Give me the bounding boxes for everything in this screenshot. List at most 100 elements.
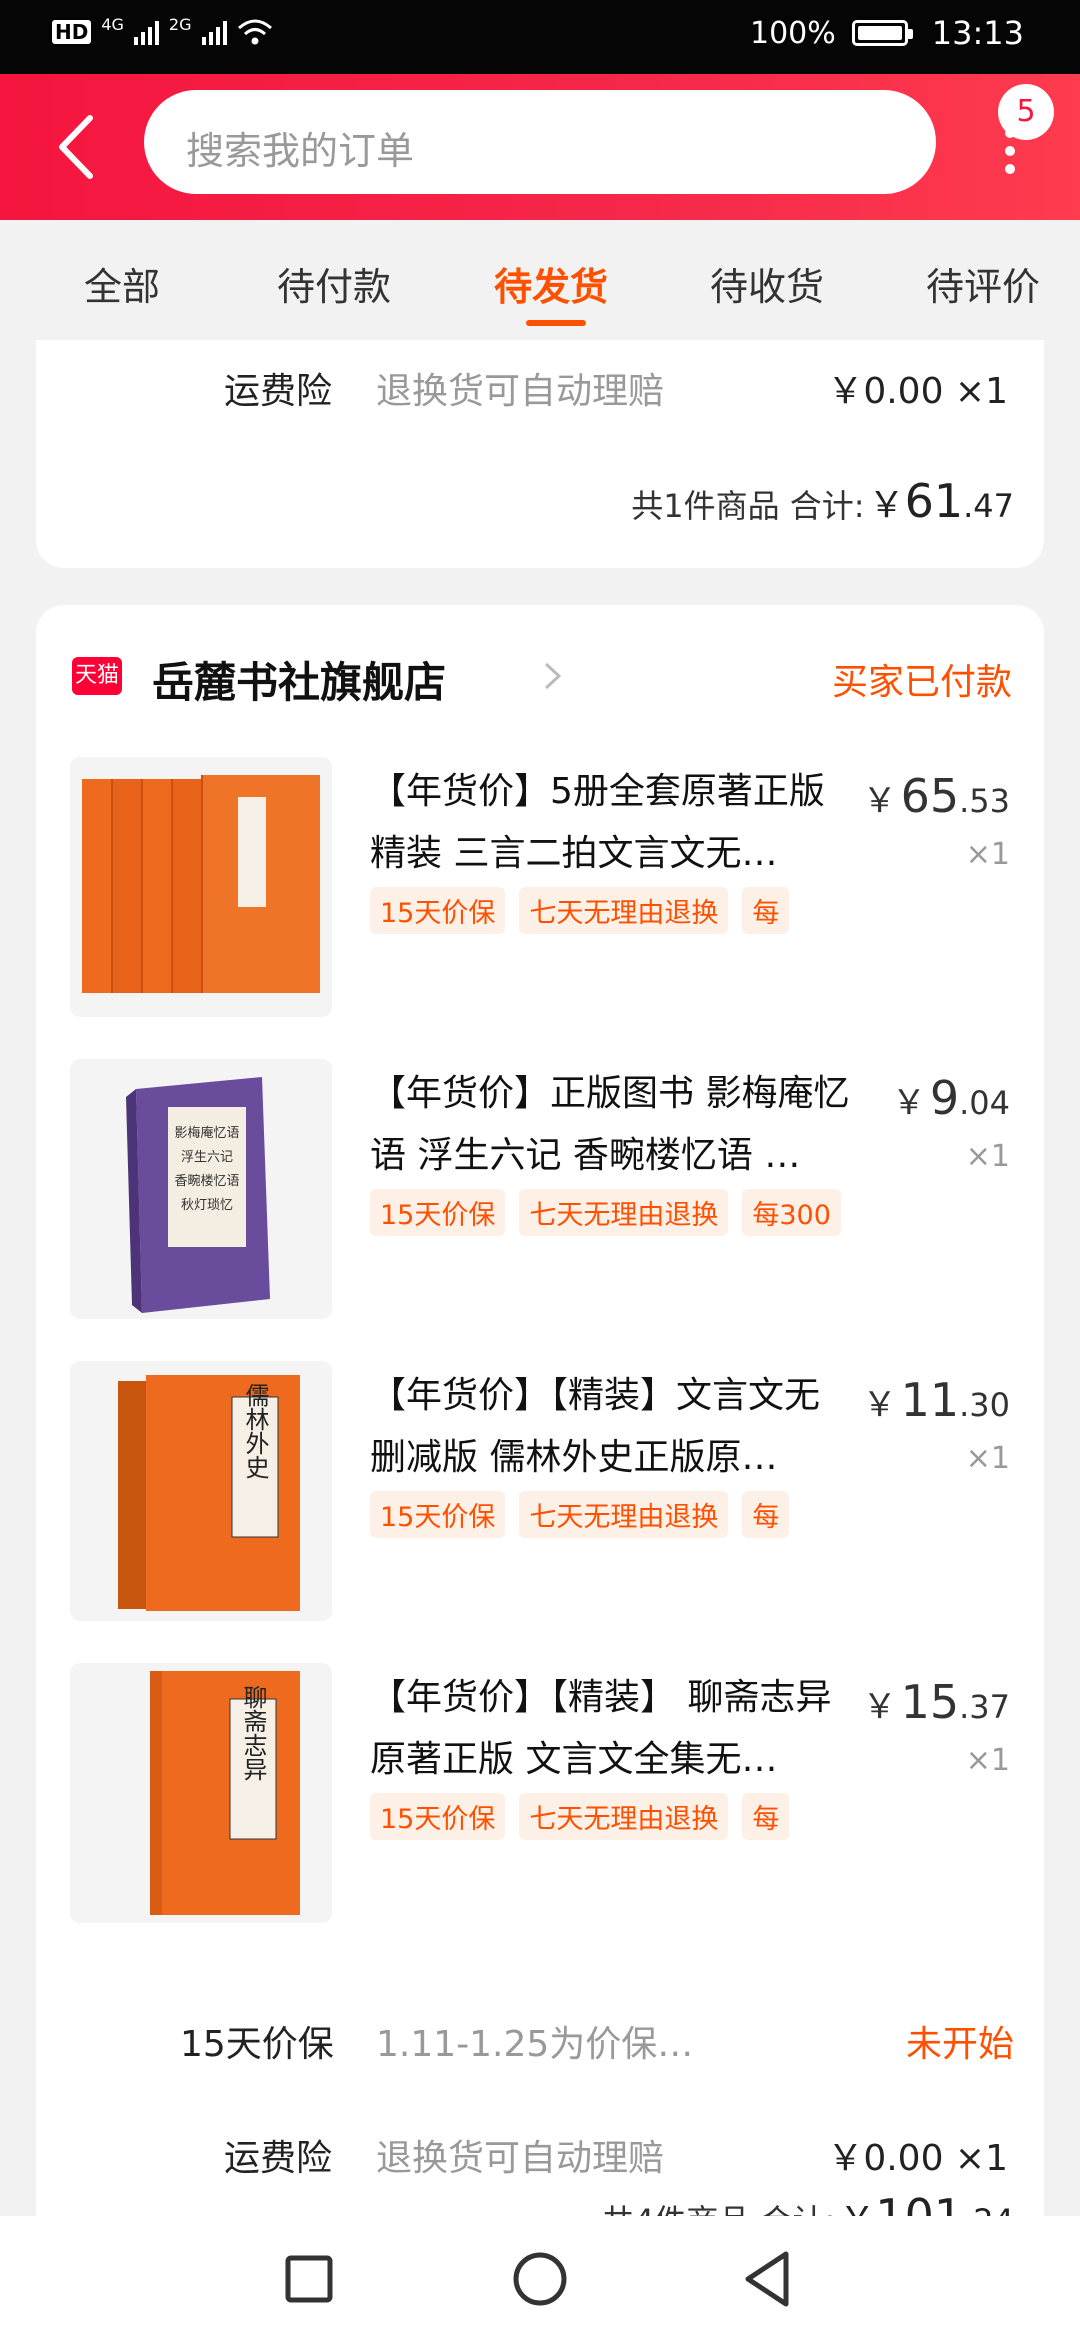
- order-total: 共1件商品 合计: ￥ 61 .47: [631, 474, 1014, 528]
- tag-price-protect: 15天价保: [370, 1793, 506, 1840]
- status-icons-left: HD 4G 2G: [52, 14, 273, 46]
- shipping-insurance-price: ￥0.00 ×1: [827, 2138, 1008, 2179]
- order-status: 买家已付款: [831, 662, 1012, 703]
- price-protect-desc[interactable]: 1.11-1.25为价保…: [376, 2015, 693, 2067]
- wifi-icon: [237, 19, 272, 45]
- currency-symbol: ￥: [891, 1083, 926, 1123]
- tag-price-protect: 15天价保: [370, 887, 506, 934]
- product-image[interactable]: 影梅庵忆语 浮生六记 香畹楼忆语 秋灯琐忆: [70, 1059, 332, 1319]
- price-integer: 65: [900, 769, 960, 823]
- product-price: ￥ 11 .30: [863, 1373, 1010, 1427]
- product-title[interactable]: 【年货价】【精装】文言文无删减版 儒林外史正版原…: [370, 1365, 850, 1489]
- product-price: ￥ 9 .04: [892, 1071, 1010, 1125]
- tag-price-protect: 15天价保: [370, 1189, 506, 1236]
- tab-pending-payment[interactable]: 待付款: [277, 256, 391, 311]
- shipping-insurance-desc: 退换货可自动理赔: [376, 2138, 665, 2179]
- book-image: 影梅庵忆语 浮生六记 香畹楼忆语 秋灯琐忆: [126, 1077, 270, 1313]
- status-bar: HD 4G 2G 100% 13:13: [0, 0, 1080, 74]
- battery-percent: 100%: [750, 15, 836, 51]
- price-integer: 11: [900, 1373, 960, 1427]
- order-card[interactable]: 运费险 退换货可自动理赔 ￥0.00 ×1 共1件商品 合计: ￥ 61 .47: [36, 340, 1044, 568]
- price-protect-status: 未开始: [905, 2024, 1014, 2065]
- tab-pending-review[interactable]: 待评价: [926, 256, 1040, 311]
- product-title[interactable]: 【年货价】5册全套原著正版精装 三言二拍文言文无…: [370, 761, 850, 885]
- product-quantity: ×1: [965, 1743, 1010, 1778]
- header: 搜索我的订单 5: [0, 74, 1080, 220]
- price-integer: 15: [900, 1675, 960, 1729]
- hd-indicator: HD: [52, 20, 92, 44]
- price-decimal: .04: [959, 1084, 1010, 1122]
- book-cover-line-1: 影梅庵忆语: [174, 1125, 239, 1141]
- book-cover-title: 儒林外史: [241, 1383, 269, 1479]
- product-image[interactable]: [70, 757, 332, 1017]
- signal-icon: [133, 19, 159, 45]
- price-integer: 9: [929, 1071, 960, 1125]
- tag-promo: 每: [742, 1491, 790, 1538]
- tag-price-protect: 15天价保: [370, 1491, 506, 1538]
- list-item[interactable]: 【年货价】5册全套原著正版精装 三言二拍文言文无… 15天价保 七天无理由退换 …: [70, 757, 1010, 1017]
- shipping-insurance-label: 运费险: [224, 371, 333, 412]
- total-integer: 61: [904, 474, 964, 528]
- book-cover-line-4: 秋灯琐忆: [181, 1197, 233, 1213]
- price-protect-label: 15天价保: [180, 2024, 334, 2065]
- shop-name[interactable]: 岳麓书社旗舰店: [152, 649, 446, 710]
- network-2g-label: 2G: [168, 14, 192, 34]
- chevron-right-icon: [544, 662, 562, 690]
- product-image[interactable]: 聊斋志异: [70, 1663, 332, 1923]
- message-badge[interactable]: 5: [998, 84, 1054, 140]
- signal-icon-2: [201, 19, 227, 45]
- tab-all[interactable]: 全部: [84, 256, 160, 311]
- service-tags: 15天价保 七天无理由退换 每300: [370, 1189, 841, 1236]
- total-text: 共1件商品 合计:: [631, 487, 865, 525]
- tag-promo: 每300: [742, 1189, 841, 1236]
- list-item[interactable]: 影梅庵忆语 浮生六记 香畹楼忆语 秋灯琐忆 【年货价】正版图书 影梅庵忆语 浮生…: [70, 1059, 1010, 1319]
- tab-pending-shipment[interactable]: 待发货: [494, 256, 608, 311]
- total-decimal: .47: [963, 487, 1014, 525]
- currency-symbol: ￥: [862, 781, 897, 821]
- shipping-insurance-price: ￥0.00 ×1: [827, 371, 1008, 412]
- book-set-image: [82, 775, 320, 993]
- tag-free-return: 七天无理由退换: [519, 887, 729, 934]
- network-4g-label: 4G: [101, 14, 124, 34]
- product-title[interactable]: 【年货价】【精装】 聊斋志异原著正版 文言文全集无…: [370, 1667, 850, 1791]
- home-icon[interactable]: [480, 2216, 600, 2340]
- product-price: ￥ 15 .37: [863, 1675, 1010, 1729]
- shop-header[interactable]: 天猫 岳麓书社旗舰店 买家已付款: [72, 645, 1012, 707]
- product-quantity: ×1: [965, 1441, 1010, 1476]
- tmall-logo: 天猫: [72, 657, 122, 695]
- shipping-insurance-desc: 退换货可自动理赔: [376, 371, 665, 412]
- tab-pending-receipt[interactable]: 待收货: [710, 256, 824, 311]
- back-icon[interactable]: [710, 2216, 830, 2340]
- list-item[interactable]: 聊斋志异 【年货价】【精装】 聊斋志异原著正版 文言文全集无… 15天价保 七天…: [70, 1663, 1010, 1923]
- product-title[interactable]: 【年货价】正版图书 影梅庵忆语 浮生六记 香畹楼忆语 …: [370, 1063, 850, 1187]
- tag-promo: 每: [742, 1793, 790, 1840]
- status-icons-right: 100% 13:13: [750, 14, 1024, 52]
- tag-promo: 每: [742, 887, 790, 934]
- tag-free-return: 七天无理由退换: [519, 1491, 729, 1538]
- product-quantity: ×1: [965, 1139, 1010, 1174]
- back-arrow-icon[interactable]: [52, 112, 102, 182]
- active-tab-indicator: [526, 320, 586, 326]
- currency-symbol: ￥: [862, 1385, 897, 1425]
- tag-free-return: 七天无理由退换: [519, 1793, 729, 1840]
- order-card[interactable]: 天猫 岳麓书社旗舰店 买家已付款 【年货价】5册全套原著正版精装 三言二拍文言文…: [36, 605, 1044, 2340]
- price-decimal: .53: [959, 782, 1010, 820]
- product-quantity: ×1: [965, 837, 1010, 872]
- book-image: 儒林外史: [118, 1375, 300, 1611]
- book-cover-line-3: 香畹楼忆语: [174, 1173, 239, 1189]
- book-cover-title: 聊斋志异: [239, 1685, 267, 1781]
- book-cover-line-2: 浮生六记: [181, 1150, 233, 1165]
- battery-icon: [851, 20, 913, 46]
- product-price: ￥ 65 .53: [863, 769, 1010, 823]
- product-image[interactable]: 儒林外史: [70, 1361, 332, 1621]
- price-decimal: .37: [959, 1688, 1010, 1726]
- book-image: 聊斋志异: [150, 1671, 300, 1915]
- list-item[interactable]: 儒林外史 【年货价】【精装】文言文无删减版 儒林外史正版原… 15天价保 七天无…: [70, 1361, 1010, 1621]
- total-currency: ￥: [868, 485, 905, 526]
- shipping-insurance-label: 运费险: [224, 2138, 333, 2179]
- service-tags: 15天价保 七天无理由退换 每: [370, 1793, 790, 1840]
- search-input[interactable]: 搜索我的订单: [144, 90, 936, 194]
- service-tags: 15天价保 七天无理由退换 每: [370, 1491, 790, 1538]
- recent-apps-icon[interactable]: [248, 2216, 368, 2340]
- clock: 13:13: [931, 14, 1024, 52]
